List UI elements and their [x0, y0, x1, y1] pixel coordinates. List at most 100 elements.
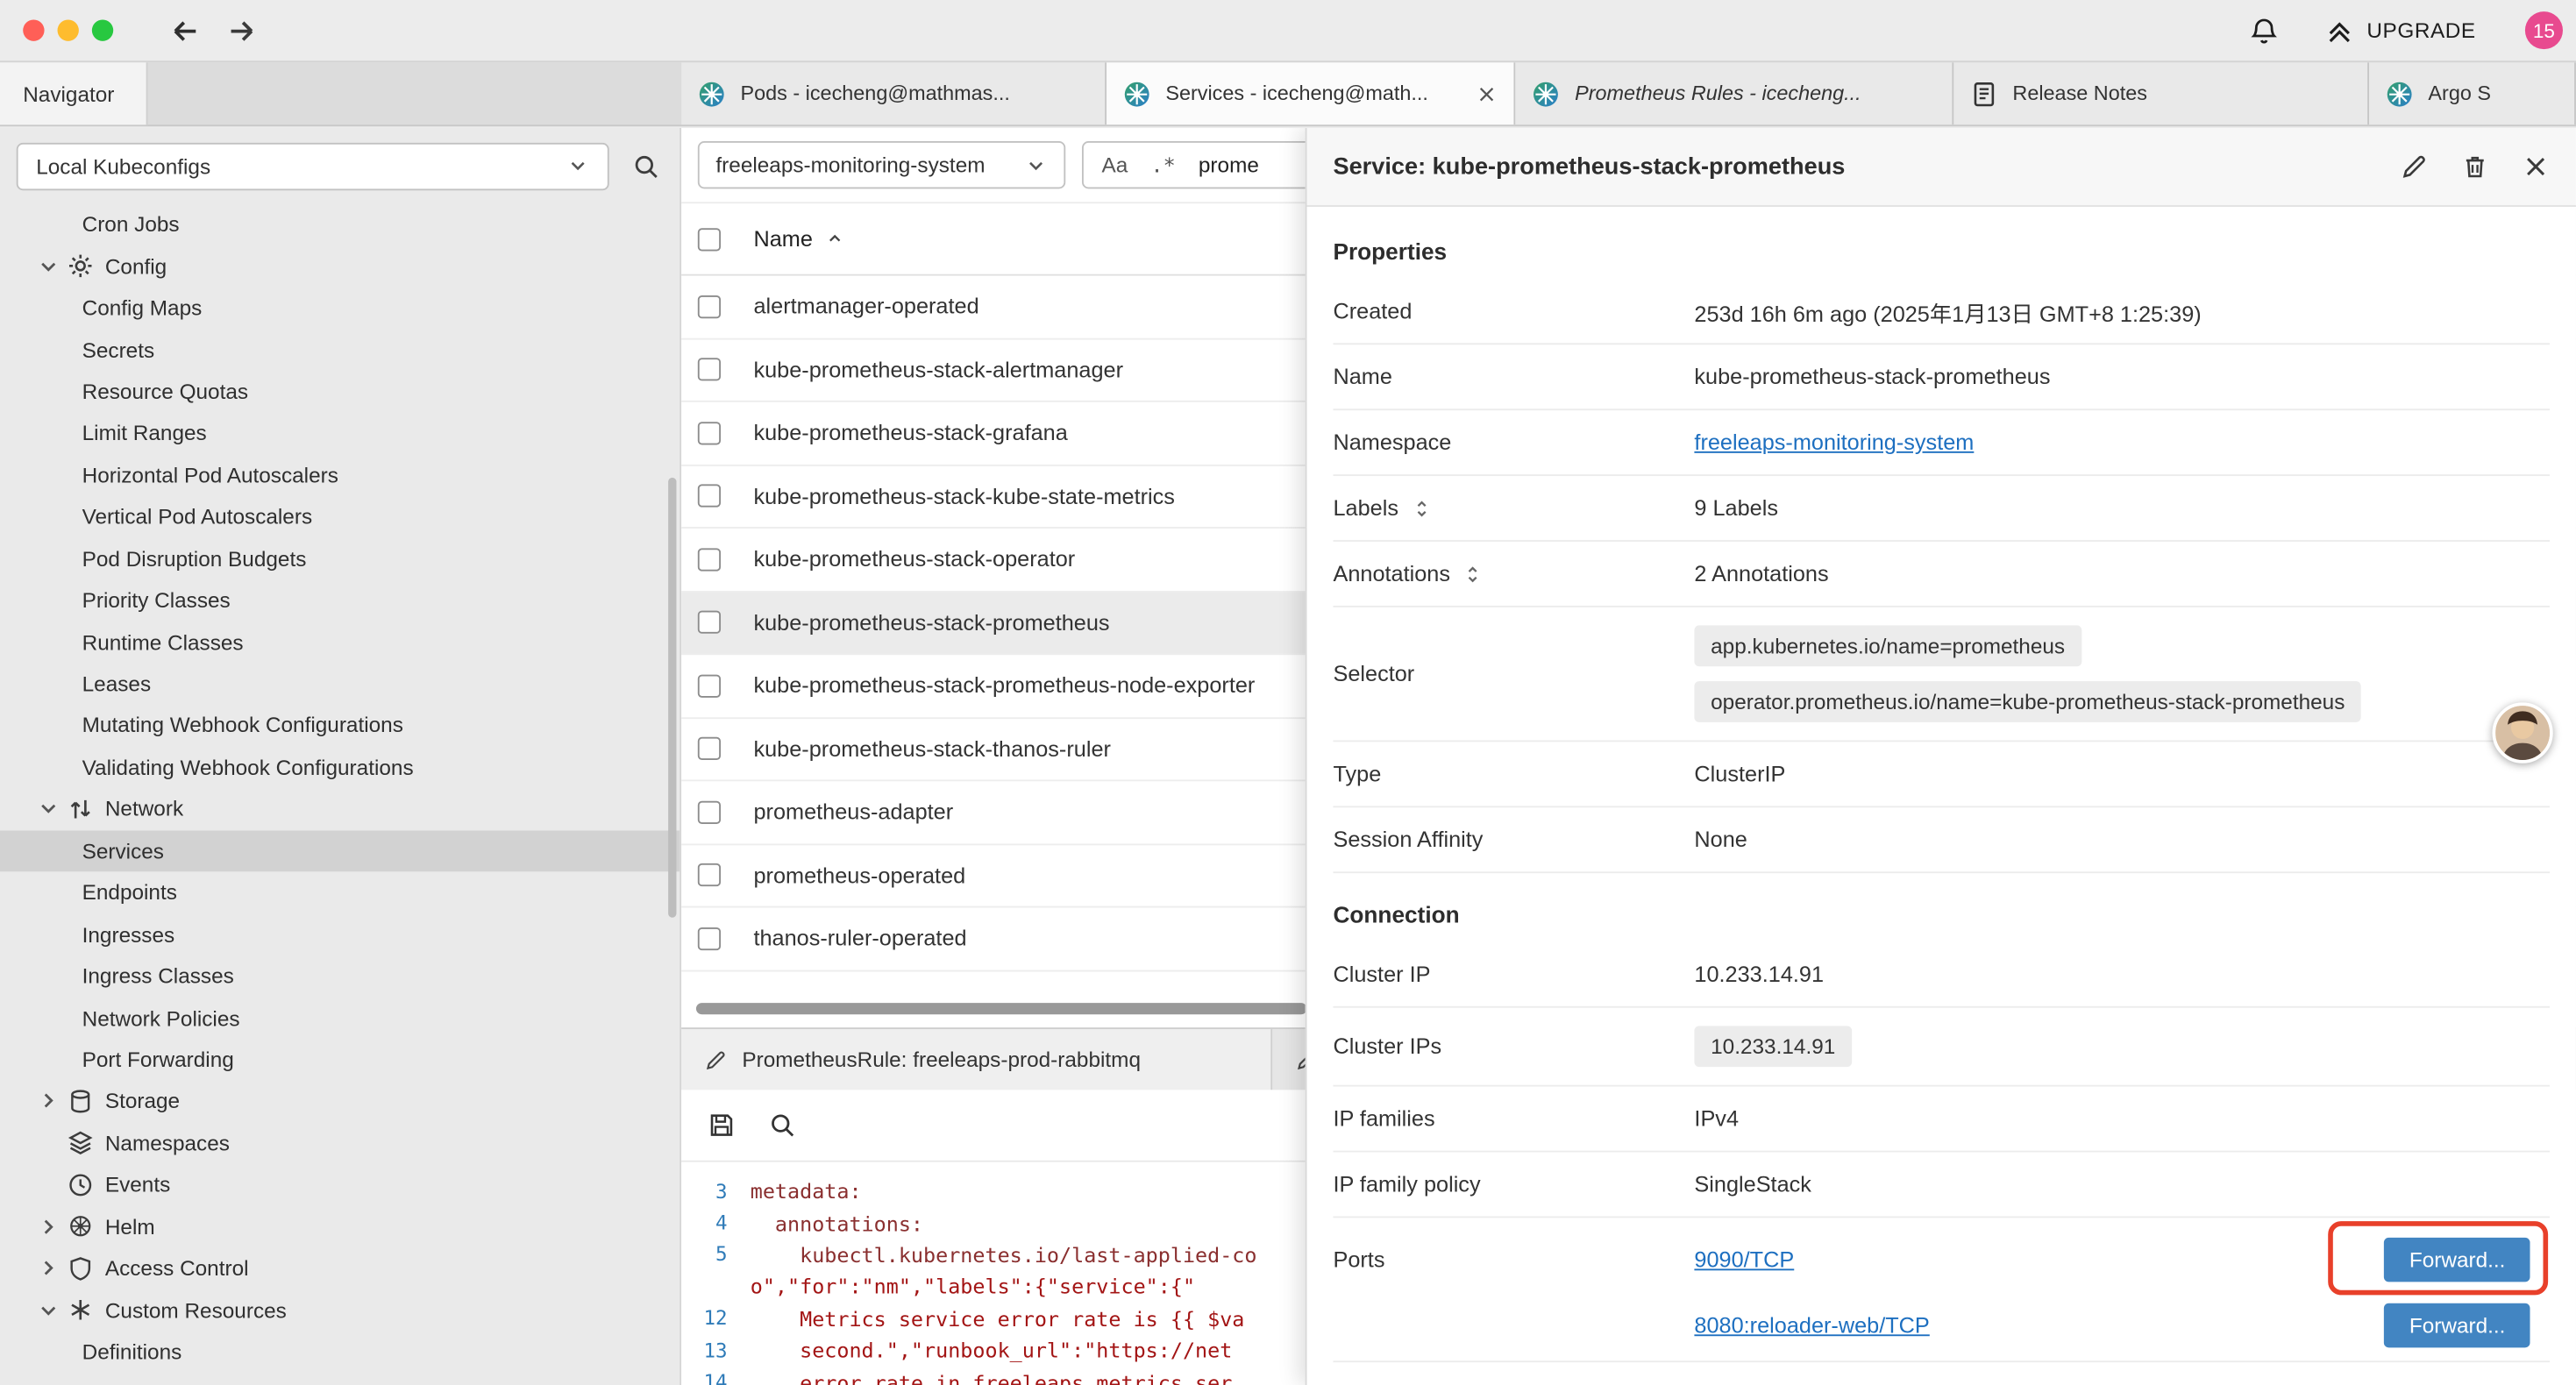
- sidebar-item-config[interactable]: Config: [0, 245, 680, 288]
- unfold-icon[interactable]: [1410, 496, 1433, 519]
- service-name: kube-prometheus-stack-operator: [753, 547, 1075, 572]
- name-column-header[interactable]: Name: [753, 226, 845, 251]
- row-checkbox[interactable]: [698, 295, 721, 318]
- upgrade-button[interactable]: UPGRADE: [2324, 16, 2476, 46]
- row-checkbox[interactable]: [698, 800, 721, 823]
- sidebar-item-vertical-pod-autoscalers[interactable]: Vertical Pod Autoscalers: [0, 496, 680, 538]
- tab-services-icecheng-math[interactable]: Services - icecheng@math...: [1107, 62, 1516, 124]
- forward-button[interactable]: Forward...: [2385, 1303, 2530, 1347]
- row-checkbox[interactable]: [698, 863, 721, 886]
- sidebar-item-label: Leases: [82, 671, 151, 696]
- property-value: 10.233.14.91: [1694, 962, 2550, 986]
- sidebar-item-namespaces[interactable]: Namespaces: [0, 1122, 680, 1164]
- sidebar-item-label: Events: [105, 1172, 170, 1197]
- minimize-window-button[interactable]: [58, 19, 79, 40]
- sidebar-item-limit-ranges[interactable]: Limit Ranges: [0, 412, 680, 454]
- property-label-text: IP family policy: [1333, 1172, 1480, 1197]
- sidebar-item-ingresses[interactable]: Ingresses: [0, 913, 680, 955]
- forward-icon[interactable]: [225, 14, 258, 46]
- sidebar-item-custom-resources[interactable]: Custom Resources: [0, 1289, 680, 1332]
- sidebar-item-pod-disruption-budgets[interactable]: Pod Disruption Budgets: [0, 537, 680, 579]
- property-row-ip-families: IP familiesIPv4: [1333, 1087, 2550, 1153]
- sidebar-item-horizontal-pod-autoscalers[interactable]: Horizontal Pod Autoscalers: [0, 454, 680, 496]
- sidebar-item-priority-classes[interactable]: Priority Classes: [0, 579, 680, 621]
- sidebar-header: Local Kubeconfigs: [0, 128, 680, 203]
- sidebar-item-validating-webhook-configurations[interactable]: Validating Webhook Configurations: [0, 746, 680, 788]
- notifications-bell-icon[interactable]: [2249, 16, 2279, 46]
- sidebar-item-storage[interactable]: Storage: [0, 1080, 680, 1122]
- row-checkbox[interactable]: [698, 485, 721, 508]
- zoom-window-button[interactable]: [92, 19, 113, 40]
- select-all-checkbox[interactable]: [698, 227, 721, 250]
- row-checkbox[interactable]: [698, 927, 721, 949]
- kubeconfig-dropdown[interactable]: Local Kubeconfigs: [17, 142, 609, 189]
- navigator-sidebar: Local Kubeconfigs Cron JobsConfigConfig …: [0, 128, 681, 1385]
- namespace-link[interactable]: freeleaps-monitoring-system: [1694, 430, 1974, 455]
- sidebar-item-definitions[interactable]: Definitions: [0, 1331, 680, 1373]
- regex-toggle[interactable]: .*: [1150, 153, 1175, 177]
- close-icon[interactable]: [1477, 83, 1498, 104]
- sidebar-item-network[interactable]: Network: [0, 788, 680, 830]
- property-label-text: Labels: [1333, 495, 1398, 520]
- property-label: Name: [1333, 365, 1694, 389]
- sidebar-item-secrets[interactable]: Secrets: [0, 329, 680, 371]
- horizontal-scrollbar-thumb[interactable]: [696, 1003, 1307, 1014]
- tab-argo-s[interactable]: Argo S: [2369, 62, 2576, 124]
- unfold-icon[interactable]: [1462, 562, 1484, 585]
- port-link[interactable]: 8080:reloader-web/TCP: [1694, 1312, 1929, 1337]
- name-column-label: Name: [753, 226, 812, 251]
- gear-icon: [68, 253, 94, 280]
- close-icon[interactable]: [2522, 153, 2550, 181]
- property-label: IP family policy: [1333, 1172, 1694, 1197]
- sidebar-item-cron-jobs[interactable]: Cron Jobs: [0, 203, 680, 245]
- row-checkbox[interactable]: [698, 422, 721, 444]
- sidebar-item-label: Ingress Classes: [82, 963, 234, 988]
- trash-icon[interactable]: [2461, 153, 2489, 181]
- tab-prometheus-rules-icecheng[interactable]: Prometheus Rules - icecheng...: [1516, 62, 1953, 124]
- tab-label: Pods - icecheng@mathmas...: [740, 82, 1088, 105]
- back-icon[interactable]: [169, 14, 202, 46]
- sidebar-item-resource-quotas[interactable]: Resource Quotas: [0, 371, 680, 413]
- tab-release-notes[interactable]: Release Notes: [1953, 62, 2369, 124]
- sidebar-item-access-control[interactable]: Access Control: [0, 1247, 680, 1289]
- sidebar-item-label: Secrets: [82, 337, 155, 362]
- code-text: o","for":"nm","labels":{"service":{": [751, 1275, 1195, 1299]
- sidebar-item-events[interactable]: Events: [0, 1164, 680, 1206]
- row-checkbox[interactable]: [698, 359, 721, 381]
- row-checkbox[interactable]: [698, 611, 721, 634]
- sidebar-item-helm[interactable]: Helm: [0, 1205, 680, 1247]
- sidebar-item-mutating-webhook-configurations[interactable]: Mutating Webhook Configurations: [0, 705, 680, 747]
- save-icon[interactable]: [708, 1112, 736, 1140]
- sidebar-item-endpoints[interactable]: Endpoints: [0, 871, 680, 913]
- notification-count-badge[interactable]: 15: [2525, 11, 2563, 49]
- sidebar-item-config-maps[interactable]: Config Maps: [0, 287, 680, 329]
- sidebar-item-runtime-classes[interactable]: Runtime Classes: [0, 621, 680, 664]
- forward-button[interactable]: Forward...: [2385, 1237, 2530, 1282]
- sidebar-item-leases[interactable]: Leases: [0, 663, 680, 705]
- close-window-button[interactable]: [23, 19, 44, 40]
- row-checkbox[interactable]: [698, 674, 721, 697]
- edit-pencil-icon[interactable]: [2401, 153, 2429, 181]
- property-value-text: ClusterIP: [1694, 762, 1785, 786]
- namespace-filter-dropdown[interactable]: freeleaps-monitoring-system: [698, 141, 1065, 188]
- search-icon[interactable]: [632, 152, 660, 180]
- sidebar-item-port-forwarding[interactable]: Port Forwarding: [0, 1039, 680, 1081]
- match-case-toggle[interactable]: Aa: [1101, 153, 1128, 177]
- port-link[interactable]: 9090/TCP: [1694, 1246, 1794, 1271]
- sidebar-scrollbar-thumb[interactable]: [668, 478, 676, 918]
- sidebar-item-label: Endpoints: [82, 880, 177, 905]
- value-badge: 10.233.14.91: [1694, 1026, 1852, 1067]
- dock-tab-prometheusrule[interactable]: PrometheusRule: freeleaps-prod-rabbitmq: [681, 1029, 1272, 1090]
- avatar[interactable]: [2492, 702, 2552, 763]
- property-value: 9090/TCP Forward... 8080:reloader-web/TCP F…: [1694, 1226, 2550, 1358]
- row-checkbox[interactable]: [698, 737, 721, 760]
- sidebar-item-services[interactable]: Services: [0, 830, 680, 872]
- tab-pods-icecheng-mathmas[interactable]: Pods - icecheng@mathmas...: [681, 62, 1107, 124]
- layers-icon: [68, 1130, 94, 1156]
- row-checkbox[interactable]: [698, 548, 721, 571]
- search-icon[interactable]: [768, 1112, 796, 1140]
- sidebar-item-ingress-classes[interactable]: Ingress Classes: [0, 955, 680, 998]
- property-row-cluster-ip: Cluster IP10.233.14.91: [1333, 942, 2550, 1008]
- property-label: IP families: [1333, 1106, 1694, 1131]
- sidebar-item-network-policies[interactable]: Network Policies: [0, 997, 680, 1039]
